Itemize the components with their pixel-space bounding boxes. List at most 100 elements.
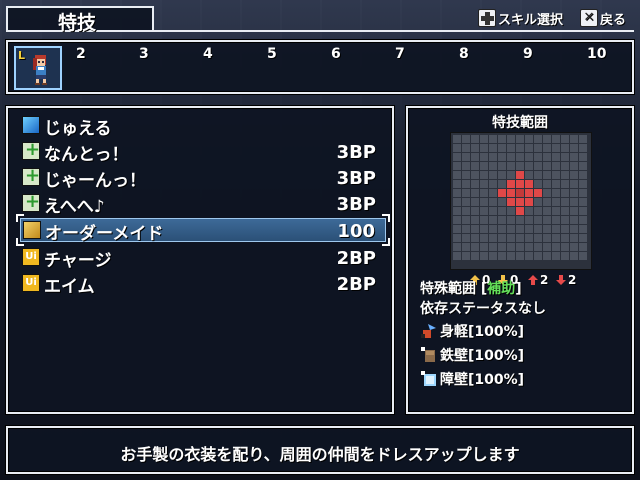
range-cell bbox=[462, 135, 470, 143]
party-slot-4[interactable]: 4 bbox=[203, 46, 213, 62]
range-cell bbox=[579, 198, 587, 206]
range-cell bbox=[507, 153, 515, 161]
range-cell bbox=[543, 198, 551, 206]
skill-row[interactable]: Ui エイム 2BP bbox=[20, 272, 386, 297]
range-cell bbox=[579, 216, 587, 224]
range-cell-active bbox=[507, 198, 515, 206]
skill-row[interactable]: じゃーんっ！ 3BP bbox=[20, 165, 386, 191]
range-cell bbox=[552, 216, 560, 224]
party-slot-8[interactable]: 8 bbox=[459, 46, 469, 62]
range-cell bbox=[507, 225, 515, 233]
party-slot-9[interactable]: 9 bbox=[523, 46, 533, 62]
range-cell bbox=[498, 180, 506, 188]
range-cell bbox=[453, 207, 461, 215]
range-cell bbox=[453, 144, 461, 152]
range-cell-active bbox=[525, 180, 533, 188]
range-grid-map bbox=[453, 135, 587, 260]
range-cell bbox=[579, 189, 587, 197]
range-cell bbox=[543, 144, 551, 152]
skill-cost: 2BP bbox=[336, 248, 376, 269]
hint-back[interactable]: ✕ 戻る bbox=[580, 6, 626, 30]
skill-name: なんとっ！ bbox=[44, 145, 129, 165]
barrier-icon bbox=[421, 371, 436, 386]
range-cell bbox=[579, 171, 587, 179]
range-cell bbox=[570, 144, 578, 152]
range-cell bbox=[498, 216, 506, 224]
range-cell bbox=[525, 234, 533, 242]
range-cell bbox=[525, 252, 533, 260]
skill-cost: 100 bbox=[337, 221, 375, 242]
range-cell bbox=[489, 198, 497, 206]
range-cell bbox=[543, 171, 551, 179]
party-slot-5[interactable]: 5 bbox=[267, 46, 277, 62]
skill-row[interactable]: Ui チャージ 2BP bbox=[20, 246, 386, 271]
range-cell bbox=[453, 180, 461, 188]
range-cell bbox=[462, 198, 470, 206]
range-cell bbox=[489, 171, 497, 179]
range-cell bbox=[543, 207, 551, 215]
skill-row[interactable]: えへへ♪ 3BP bbox=[20, 191, 386, 217]
range-cell bbox=[462, 216, 470, 224]
range-cell bbox=[507, 234, 515, 242]
range-cell bbox=[516, 225, 524, 233]
dpad-icon bbox=[478, 9, 496, 27]
skill-row[interactable]: なんとっ！ 3BP bbox=[20, 139, 386, 165]
range-cell bbox=[552, 135, 560, 143]
range-cell bbox=[561, 243, 569, 251]
hint-skill-select[interactable]: スキル選択 bbox=[478, 6, 563, 30]
skill-row[interactable]: じゅえる bbox=[20, 114, 386, 139]
range-cell bbox=[552, 207, 560, 215]
range-cell-active bbox=[516, 180, 524, 188]
range-cell bbox=[570, 207, 578, 215]
party-slot-2[interactable]: 2 bbox=[76, 46, 86, 62]
range-cell bbox=[498, 144, 506, 152]
party-bar: L 2 3 4 5 6 7 8 9 10 bbox=[6, 40, 634, 94]
range-cell bbox=[552, 225, 560, 233]
special-range-value: 補助 bbox=[487, 281, 516, 297]
range-cell bbox=[579, 225, 587, 233]
skill-description: お手製の衣装を配り、周囲の仲間をドレスアップします bbox=[120, 445, 520, 464]
range-cell bbox=[570, 216, 578, 224]
range-cell bbox=[453, 189, 461, 197]
range-cell bbox=[462, 180, 470, 188]
range-cell bbox=[525, 171, 533, 179]
party-slot-7[interactable]: 7 bbox=[395, 46, 405, 62]
range-cell-active bbox=[525, 189, 533, 197]
range-cell bbox=[489, 189, 497, 197]
range-cell bbox=[453, 243, 461, 251]
range-cell bbox=[507, 243, 515, 251]
cursor-corner bbox=[16, 214, 24, 222]
page-title-box: 特技 bbox=[6, 6, 154, 34]
range-cell bbox=[453, 153, 461, 161]
range-cell bbox=[462, 234, 470, 242]
range-cell bbox=[534, 135, 542, 143]
leader-badge: L bbox=[18, 49, 26, 62]
range-cell bbox=[552, 243, 560, 251]
range-cell bbox=[534, 243, 542, 251]
range-cell-active bbox=[498, 189, 506, 197]
range-cell bbox=[543, 153, 551, 161]
party-slot-6[interactable]: 6 bbox=[331, 46, 341, 62]
range-cell bbox=[552, 198, 560, 206]
range-cell bbox=[561, 207, 569, 215]
range-cell bbox=[489, 207, 497, 215]
range-cell bbox=[543, 135, 551, 143]
range-cell bbox=[561, 189, 569, 197]
up-arrow-icon bbox=[528, 275, 538, 285]
range-cell bbox=[489, 135, 497, 143]
party-slot-3[interactable]: 3 bbox=[139, 46, 149, 62]
jewel-icon bbox=[22, 116, 40, 134]
range-cell bbox=[570, 198, 578, 206]
range-cell bbox=[543, 252, 551, 260]
effect-row: 身軽[100%] bbox=[420, 320, 524, 342]
range-cell bbox=[507, 216, 515, 224]
skill-row-selected[interactable]: オーダーメイド 100 bbox=[16, 214, 390, 246]
range-cell bbox=[516, 153, 524, 161]
range-cell bbox=[489, 216, 497, 224]
range-cell bbox=[516, 252, 524, 260]
party-slot-10[interactable]: 10 bbox=[587, 46, 606, 62]
range-cell bbox=[498, 234, 506, 242]
range-cell bbox=[570, 252, 578, 260]
party-slot-1[interactable]: L bbox=[14, 46, 62, 90]
range-cell bbox=[489, 243, 497, 251]
